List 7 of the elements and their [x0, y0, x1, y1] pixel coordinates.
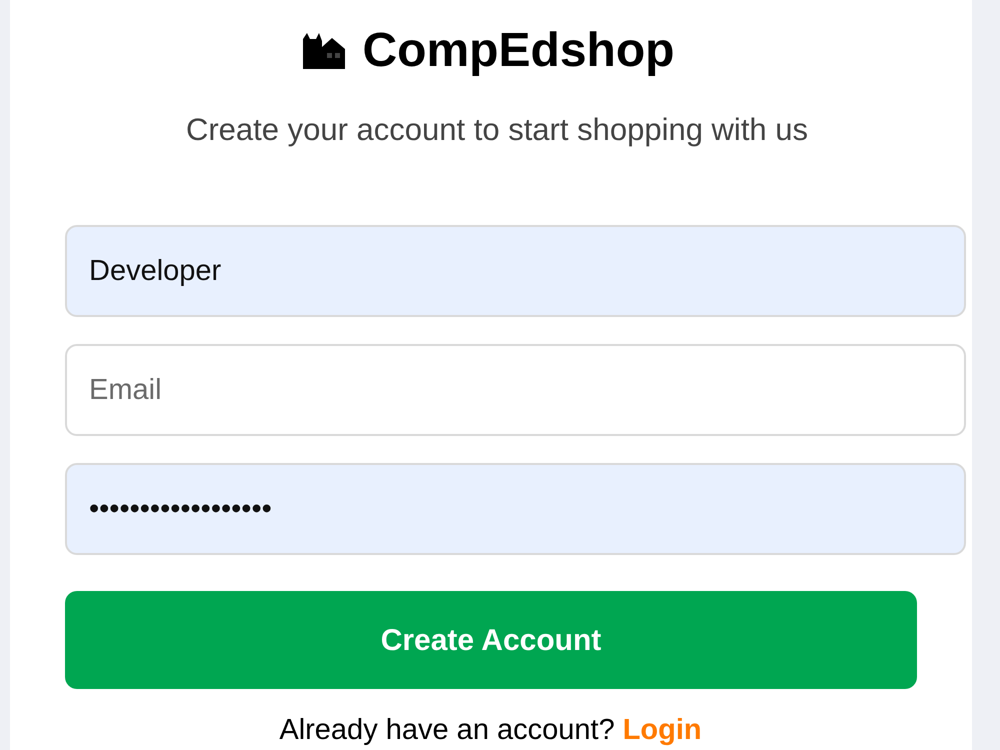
subtitle: Create your account to start shopping with us: [184, 112, 810, 148]
input-field[interactable]: Email: [65, 344, 966, 436]
login-prompt: Already have an account?: [279, 713, 615, 747]
brand-title: CompEdshop: [362, 24, 674, 78]
input-field[interactable]: ••••••••••••••••••: [65, 463, 966, 555]
input-field[interactable]: Developer: [65, 225, 966, 317]
building-icon: [302, 33, 346, 69]
